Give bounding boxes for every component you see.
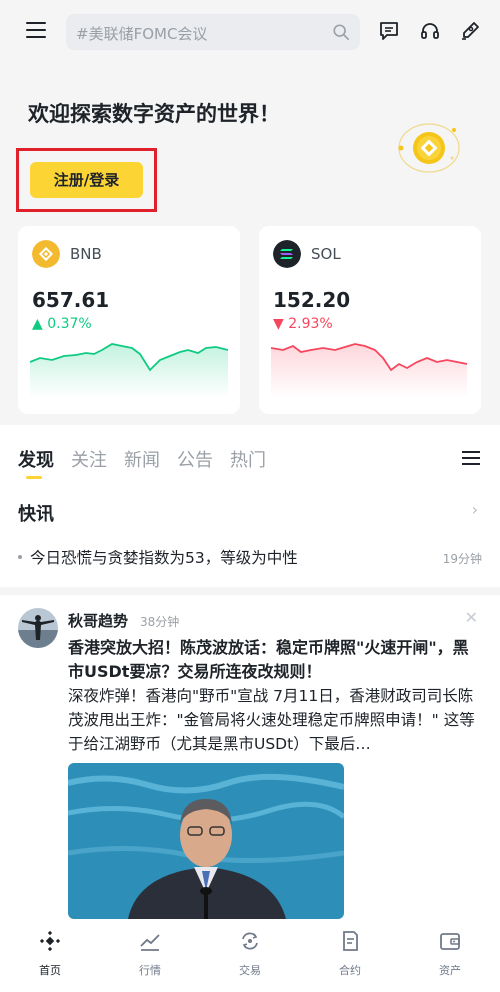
search-input[interactable]: #美联储FOMC会议 [66, 14, 360, 50]
nav-label: 首页 [39, 964, 61, 977]
login-highlight: 注册/登录 [16, 148, 157, 212]
coin-change-value: 0.37% [47, 316, 92, 332]
bullet-icon [18, 555, 22, 559]
search-icon [333, 24, 350, 41]
coin-price: 657.61 [32, 288, 110, 312]
coin-change: ▲ 0.37% [32, 316, 92, 332]
headset-icon[interactable] [419, 20, 441, 42]
post-title[interactable]: 香港突放大招！陈茂波放话：稳定币牌照"火速开闸"，黑市USDt要凉？交易所连夜改… [68, 636, 478, 684]
flash-news-text: 今日恐慌与贪婪指数为53，等级为中性 [30, 549, 298, 567]
nav-label: 交易 [239, 964, 261, 977]
coin-price: 152.20 [273, 288, 351, 312]
bottom-nav: 首页 行情 交易 合约 资产 [0, 922, 500, 992]
market-card-bnb[interactable]: BNB 657.61 ▲ 0.37% [18, 226, 240, 414]
tab-following[interactable]: 关注 [71, 446, 107, 472]
hero-section: #美联储FOMC会议 欢迎探索数字资产的世界！ 注册/登录 BNB 657.61… [0, 0, 500, 425]
nav-assets[interactable]: 资产 [400, 922, 500, 992]
top-bar: #美联储FOMC会议 [0, 0, 500, 64]
sol-sparkline [271, 343, 468, 398]
tab-announcements[interactable]: 公告 [177, 446, 213, 472]
login-button[interactable]: 注册/登录 [30, 162, 143, 198]
nav-label: 合约 [339, 964, 361, 977]
post-image[interactable] [68, 763, 344, 919]
nav-futures[interactable]: 合约 [300, 922, 400, 992]
flash-news-time: 19分钟 [442, 552, 482, 566]
section-divider [0, 587, 500, 595]
tab-news[interactable]: 新闻 [124, 446, 160, 472]
tab-discover[interactable]: 发现 [18, 446, 54, 472]
post-body[interactable]: 深夜炸弹！香港向"野币"宣战 7月11日，香港财政司司长陈茂波甩出王炸："金管局… [68, 684, 480, 756]
market-card-sol[interactable]: SOL 152.20 ▼ 2.93% [259, 226, 481, 414]
coin-illustration-icon [398, 123, 460, 173]
flash-news-title: 快讯 [18, 504, 54, 525]
futures-icon [343, 931, 358, 951]
coin-change: ▼ 2.93% [273, 316, 333, 332]
coin-symbol: BNB [70, 245, 102, 263]
nav-markets[interactable]: 行情 [100, 922, 200, 992]
nav-home[interactable]: 首页 [0, 922, 100, 992]
avatar[interactable] [18, 608, 58, 648]
wallet-icon [440, 933, 460, 950]
search-placeholder: #美联储FOMC会议 [76, 25, 208, 43]
coin-change-value: 2.93% [288, 316, 333, 332]
post-author[interactable]: 秋哥趋势 [68, 610, 128, 631]
close-icon[interactable]: ✕ [465, 608, 478, 627]
tab-trending[interactable]: 热门 [230, 446, 266, 472]
pen-icon[interactable] [459, 20, 481, 42]
content-tabs: 发现 关注 新闻 公告 热门 [0, 436, 500, 484]
post-time: 38分钟 [140, 615, 180, 629]
down-arrow-icon: ▼ [273, 316, 284, 332]
tabs-menu-icon[interactable] [462, 451, 480, 467]
message-icon[interactable] [378, 20, 400, 42]
nav-trade[interactable]: 交易 [200, 922, 300, 992]
nav-label: 资产 [439, 964, 461, 977]
menu-icon[interactable] [26, 22, 46, 40]
up-arrow-icon: ▲ [32, 316, 43, 332]
bnb-logo-icon [32, 240, 60, 268]
flash-news-item[interactable]: 今日恐慌与贪婪指数为53，等级为中性 19分钟 [18, 544, 488, 572]
chevron-right-icon[interactable]: › [472, 500, 478, 519]
home-icon [39, 930, 61, 952]
markets-icon [140, 934, 160, 951]
nav-label: 行情 [139, 964, 161, 977]
active-tab-indicator [26, 476, 42, 479]
sol-logo-icon [273, 240, 301, 268]
coin-symbol: SOL [311, 245, 341, 263]
trade-icon [242, 932, 258, 950]
welcome-title: 欢迎探索数字资产的世界！ [28, 102, 280, 126]
bnb-sparkline [30, 343, 228, 398]
